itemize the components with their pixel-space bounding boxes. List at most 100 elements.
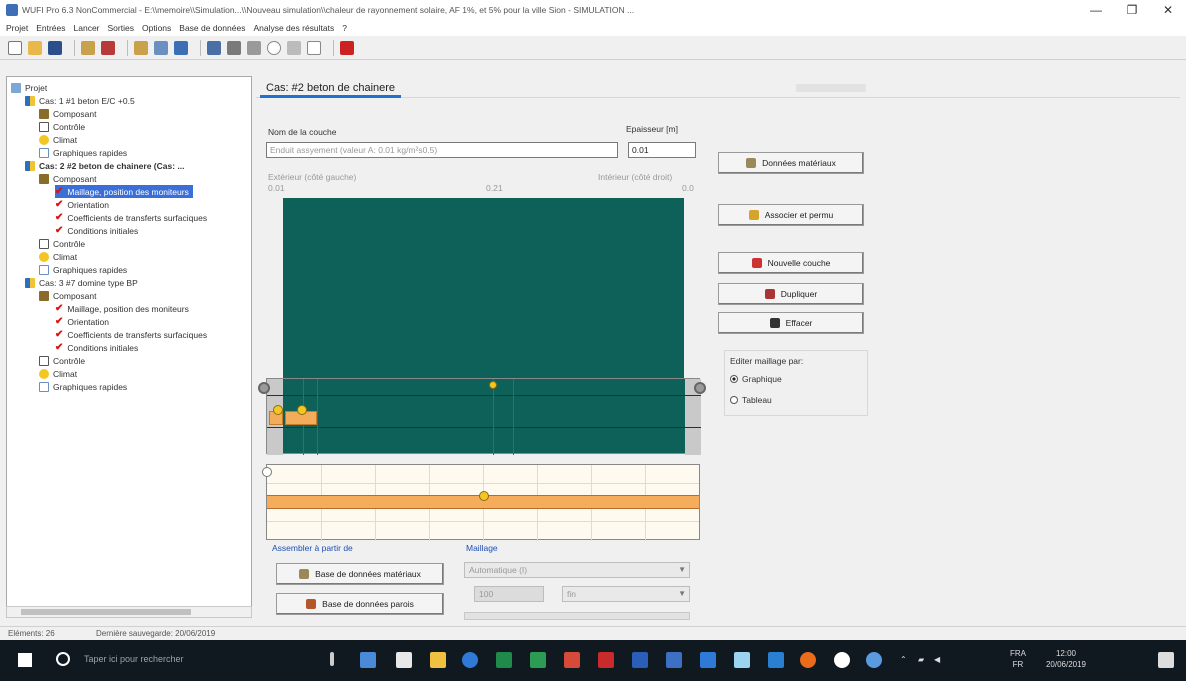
tree-item-project[interactable]: Projet [11, 81, 47, 94]
language-indicator[interactable]: FRA FR [1010, 648, 1026, 670]
mesh-overview-panel[interactable] [266, 378, 701, 455]
tree-item-control[interactable]: Contrôle [39, 354, 85, 367]
minimize-button[interactable]: — [1078, 3, 1114, 17]
new-layer-button[interactable]: Nouvelle couche [718, 252, 864, 274]
tree-item-climate[interactable]: Climat [39, 367, 77, 380]
tree-item-case-1[interactable]: Cas: 1 #1 beton E/C +0.5 [25, 94, 135, 107]
monitor-marker-icon[interactable] [297, 405, 307, 415]
network-app-icon[interactable] [866, 652, 882, 668]
radio-tableau[interactable]: Tableau [730, 395, 772, 405]
tree-item-initial-conditions[interactable]: ✔ Conditions initiales [55, 224, 138, 237]
tree-item-mesh-selected[interactable]: ✔ Maillage, position des moniteurs [55, 185, 193, 198]
firefox-icon[interactable] [800, 652, 816, 668]
component-cross-section[interactable] [283, 198, 684, 378]
layer-detail-panel[interactable] [266, 464, 700, 541]
scrollbar-thumb[interactable] [21, 609, 191, 615]
tree-horizontal-scrollbar[interactable] [6, 606, 252, 618]
duplicate-button[interactable]: Dupliquer [718, 283, 864, 305]
cortana-icon[interactable] [56, 652, 70, 666]
menu-projet[interactable]: Projet [6, 23, 28, 33]
chrome-icon[interactable] [834, 652, 850, 668]
menu-help[interactable]: ? [342, 23, 347, 33]
windows-start-icon[interactable] [18, 653, 32, 667]
tree-item-component[interactable]: Composant [39, 289, 96, 302]
tree-item-surface-coefficients[interactable]: ✔ Coefficients de transferts surfaciques [55, 328, 207, 341]
word-icon[interactable] [632, 652, 648, 668]
run-icon[interactable] [174, 40, 188, 55]
maximize-button[interactable]: ❐ [1114, 3, 1150, 17]
clock[interactable]: 12:00 20/06/2019 [1042, 648, 1090, 670]
menu-base-de-donnees[interactable]: Base de données [179, 23, 245, 33]
print-icon[interactable] [287, 40, 301, 55]
left-settings-icon[interactable] [258, 382, 270, 394]
project-app-icon[interactable] [530, 652, 546, 668]
tree-item-mesh[interactable]: ✔ Maillage, position des moniteurs [55, 302, 189, 315]
layer-name-field[interactable]: Enduit assyement (valeur A: 0.01 kg/m²s0… [266, 142, 618, 158]
menu-options[interactable]: Options [142, 23, 171, 33]
material-data-button[interactable]: Données matériaux [718, 152, 864, 174]
mail-icon[interactable] [734, 652, 750, 668]
tree-item-graphs[interactable]: Graphiques rapides [39, 380, 127, 393]
tree-item-control[interactable]: Contrôle [39, 237, 85, 250]
add-case-icon[interactable] [81, 40, 95, 55]
help-icon[interactable] [307, 40, 321, 55]
network-icon[interactable]: ▰ [918, 654, 924, 665]
outlook-icon[interactable] [700, 652, 716, 668]
tree-item-graphs[interactable]: Graphiques rapides [39, 146, 127, 159]
notifications-icon[interactable] [1158, 652, 1174, 668]
new-file-icon[interactable] [8, 40, 22, 55]
tool-icon[interactable] [564, 652, 580, 668]
tree-item-case-3[interactable]: Cas: 3 #7 domine type BP [25, 276, 138, 289]
tab-case-2[interactable]: Cas: #2 beton de chainere [260, 78, 402, 98]
menu-analyse[interactable]: Analyse des résultats [253, 23, 334, 33]
tree-item-component[interactable]: Composant [39, 172, 96, 185]
tree-item-initial-conditions[interactable]: ✔ Conditions initiales [55, 341, 138, 354]
volume-icon[interactable]: ◀ [934, 654, 940, 665]
tree-item-climate[interactable]: Climat [39, 250, 77, 263]
assign-exchange-button[interactable]: Associer et permu [718, 204, 864, 226]
film-tool-icon[interactable] [247, 40, 261, 55]
table-tool-icon[interactable] [227, 40, 241, 55]
tree-item-component[interactable]: Composant [39, 107, 96, 120]
zoom-handle-icon[interactable] [262, 467, 272, 477]
tree-item-orientation[interactable]: ✔ Orientation [55, 315, 109, 328]
menu-lancer[interactable]: Lancer [74, 23, 100, 33]
close-button[interactable]: ✕ [1150, 3, 1186, 17]
open-folder-icon[interactable] [28, 40, 42, 55]
excel-icon[interactable] [496, 652, 512, 668]
exit-icon[interactable] [340, 40, 354, 55]
delete-button[interactable]: Effacer [718, 312, 864, 334]
component-db-button[interactable]: Base de données parois [276, 593, 444, 615]
edge-icon[interactable] [462, 652, 478, 668]
acrobat-icon[interactable] [598, 652, 614, 668]
monitor-marker-icon[interactable] [489, 381, 497, 389]
climate-tool-icon[interactable] [154, 40, 168, 55]
store-icon[interactable] [396, 652, 412, 668]
tree-item-case-2[interactable]: Cas: 2 #2 beton de chainere (Cas: ... [25, 159, 185, 172]
mesh-mode-select[interactable]: Automatique (I) ▼ [464, 562, 690, 578]
microphone-icon[interactable] [330, 652, 334, 666]
explorer-icon[interactable] [430, 652, 446, 668]
monitor-marker-icon[interactable] [479, 491, 489, 501]
menu-sorties[interactable]: Sorties [108, 23, 134, 33]
component-icon[interactable] [134, 40, 148, 55]
remove-case-icon[interactable] [101, 40, 115, 55]
printer-icon[interactable] [666, 652, 682, 668]
thickness-field[interactable]: 0.01 [628, 142, 696, 158]
material-db-button[interactable]: Base de données matériaux [276, 563, 444, 585]
tree-item-control[interactable]: Contrôle [39, 120, 85, 133]
save-icon[interactable] [48, 40, 62, 55]
tray-chevron-icon[interactable]: ⌃ [900, 654, 907, 665]
tree-item-climate[interactable]: Climat [39, 133, 77, 146]
tree-item-orientation[interactable]: ✔ Orientation [55, 198, 109, 211]
monitor-marker-icon[interactable] [273, 405, 283, 415]
tree-item-surface-coefficients[interactable]: ✔ Coefficients de transferts surfaciques [55, 211, 207, 224]
mesh-quality-select[interactable]: fin ▼ [562, 586, 690, 602]
right-settings-icon[interactable] [694, 382, 706, 394]
graph-tool-icon[interactable] [207, 40, 221, 55]
task-view-icon[interactable] [360, 652, 376, 668]
circle-tool-icon[interactable] [267, 40, 281, 55]
taskbar-search-field[interactable]: Taper ici pour rechercher [84, 654, 184, 664]
radio-graphique[interactable]: Graphique [730, 374, 782, 384]
wufi-icon[interactable] [768, 652, 784, 668]
